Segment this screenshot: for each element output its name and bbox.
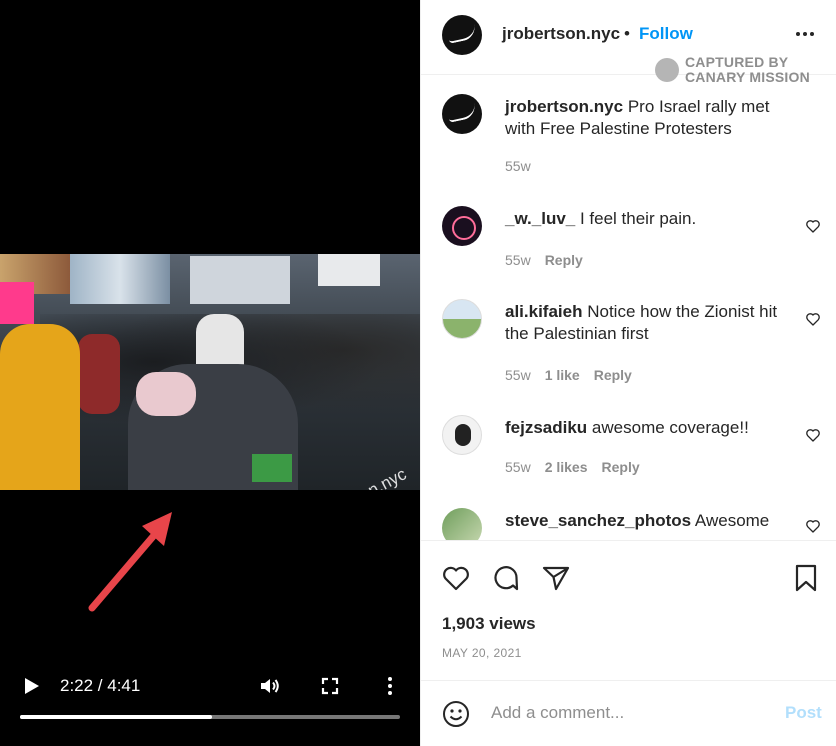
comment-body: awesome coverage!! <box>587 418 749 437</box>
billboard-image <box>190 256 290 304</box>
comment-body: Awesome <box>691 511 770 530</box>
caption-username[interactable]: jrobertson.nyc <box>505 97 623 116</box>
emoji-icon[interactable] <box>442 700 470 728</box>
comment-like-heart-icon[interactable] <box>805 518 821 534</box>
avatar[interactable] <box>442 206 482 246</box>
caption-text: jrobertson.nyc Pro Israel rally met with… <box>505 96 795 140</box>
comment-meta: 55w Reply <box>505 252 597 268</box>
comment-icon[interactable] <box>491 563 521 593</box>
fullscreen-icon[interactable] <box>318 674 342 698</box>
video-progress-bar[interactable] <box>20 715 400 719</box>
post-button[interactable]: Post <box>785 703 822 723</box>
comment-input[interactable] <box>491 697 771 729</box>
follow-button[interactable]: Follow <box>639 24 693 44</box>
reply-button[interactable]: Reply <box>602 459 640 475</box>
caption-meta: 55w <box>505 158 545 174</box>
comment-likes[interactable]: 1 like <box>545 367 580 383</box>
comment-username[interactable]: steve_sanchez_photos <box>505 511 691 530</box>
post-sidebar: jrobertson.nyc • Follow CAPTURED BY CANA… <box>420 0 836 746</box>
billboard-image <box>318 254 380 286</box>
comment-text: fejzsadiku awesome coverage!! <box>505 417 795 439</box>
bookmark-icon[interactable] <box>791 563 821 593</box>
video-watermark: @jrobertson.nyc <box>291 464 410 490</box>
comment-like-heart-icon[interactable] <box>805 311 821 327</box>
more-horizontal-icon[interactable] <box>793 22 817 46</box>
video-progress-fill <box>20 715 212 719</box>
video-controls: 2:22 / 4:41 <box>0 666 420 706</box>
comment-username[interactable]: _w._luv_ <box>505 209 575 228</box>
comment-likes[interactable]: 2 likes <box>545 459 588 475</box>
view-count[interactable]: 1,903 views <box>442 614 536 634</box>
comment-like-heart-icon[interactable] <box>805 427 821 443</box>
signature-logo <box>446 24 478 44</box>
comment-username[interactable]: fejzsadiku <box>505 418 587 437</box>
comment-meta: 55w 2 likes Reply <box>505 459 654 475</box>
reply-button[interactable]: Reply <box>545 252 583 268</box>
more-vertical-icon[interactable] <box>378 674 402 698</box>
play-icon[interactable] <box>20 675 42 697</box>
video-time: 2:22 / 4:41 <box>60 676 141 695</box>
username-link[interactable]: jrobertson.nyc <box>502 24 620 44</box>
reply-button[interactable]: Reply <box>594 367 632 383</box>
captured-line1: CAPTURED BY <box>685 54 789 70</box>
avatar[interactable] <box>442 94 482 134</box>
comment-body: I feel their pain. <box>575 209 697 228</box>
comments-list[interactable]: jrobertson.nyc Pro Israel rally met with… <box>421 76 836 540</box>
comment-meta: 55w 1 like Reply <box>505 367 646 383</box>
comment-like-heart-icon[interactable] <box>805 218 821 234</box>
billboard-image <box>70 254 170 304</box>
comment-time[interactable]: 55w <box>505 252 531 268</box>
avatar[interactable] <box>442 415 482 455</box>
signature-logo <box>446 103 478 123</box>
volume-icon[interactable] <box>258 674 282 698</box>
comment-time[interactable]: 55w <box>505 459 531 475</box>
post-date[interactable]: MAY 20, 2021 <box>442 646 522 660</box>
keffiyeh-scarf <box>136 372 196 416</box>
comment-text: _w._luv_ I feel their pain. <box>505 208 795 230</box>
add-comment-bar: Post <box>421 680 836 746</box>
person-figure <box>0 324 80 490</box>
instagram-post-view: @jrobertson.nyc 2:22 / 4:41 <box>0 0 836 746</box>
separator-dot: • <box>624 24 630 43</box>
protest-sign <box>0 282 34 324</box>
comment-text: ali.kifaieh Notice how the Zionist hit t… <box>505 301 795 345</box>
share-icon[interactable] <box>541 563 571 593</box>
comment-text: steve_sanchez_photos Awesome <box>505 510 795 532</box>
video-player[interactable]: @jrobertson.nyc 2:22 / 4:41 <box>0 0 420 746</box>
video-frame[interactable]: @jrobertson.nyc <box>0 254 420 490</box>
comment-time[interactable]: 55w <box>505 367 531 383</box>
post-actions: 1,903 views MAY 20, 2021 <box>421 540 836 680</box>
avatar[interactable] <box>442 15 482 55</box>
avatar[interactable] <box>442 299 482 339</box>
avatar[interactable] <box>442 508 482 540</box>
comment-username[interactable]: ali.kifaieh <box>505 302 582 321</box>
caption-time[interactable]: 55w <box>505 158 531 174</box>
like-heart-icon[interactable] <box>441 563 471 593</box>
person-figure <box>78 334 120 414</box>
flag <box>252 454 292 482</box>
red-arrow-icon <box>88 512 172 612</box>
